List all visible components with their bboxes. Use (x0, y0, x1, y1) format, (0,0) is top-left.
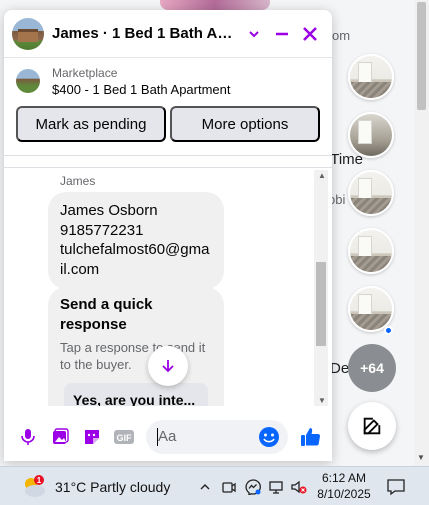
new-message-button[interactable] (348, 402, 396, 450)
chat-window: James · 1 Bed 1 Bath Apart... Marketplac… (4, 10, 332, 461)
message-composer: GIF (4, 412, 332, 461)
message-line-name: James Osborn (60, 202, 158, 219)
message-input[interactable] (158, 428, 258, 445)
message-input-container[interactable] (146, 419, 288, 454)
meet-now-icon[interactable] (220, 478, 238, 496)
quick-response-title: Send a quick response (60, 296, 153, 333)
message-line-phone: 9185772231 (60, 221, 144, 239)
emoji-icon[interactable] (258, 426, 280, 448)
background-photo (160, 0, 270, 10)
chat-title[interactable]: James · 1 Bed 1 Bath Apart... (52, 25, 240, 42)
more-chats-bubble[interactable]: +64 (348, 344, 396, 392)
clock-date: 8/10/2025 (317, 487, 371, 501)
system-clock[interactable]: 6:12 AM 8/10/2025 (316, 470, 372, 502)
chevron-up-icon[interactable] (196, 478, 214, 496)
weather-text[interactable]: 31°C Partly cloudy (55, 479, 170, 495)
taskbar: 1 31°C Partly cloudy 6:12 AM 8/10/2025 (0, 466, 429, 505)
chevron-down-icon[interactable] (240, 20, 268, 48)
arrow-down-icon (162, 360, 174, 373)
page-scrollbar[interactable]: ▼ (414, 0, 429, 466)
contact-avatar[interactable] (12, 17, 44, 50)
sender-name: James (60, 174, 96, 188)
notification-center-icon[interactable] (386, 478, 406, 496)
chat-scrollbar-thumb[interactable] (316, 262, 326, 346)
chat-scrollbar[interactable]: ▲ ▼ (314, 170, 328, 406)
sticker-icon[interactable] (76, 421, 108, 453)
microphone-icon[interactable] (12, 421, 44, 453)
compose-icon (363, 417, 381, 435)
quick-response-subtitle: Tap a response to send it to the buyer. (60, 340, 206, 372)
chat-scroll-up-arrow[interactable]: ▲ (318, 171, 326, 180)
online-indicator (384, 326, 393, 335)
background-text-1: om (332, 28, 351, 43)
listing-title: $400 - 1 Bed 1 Bath Apartment (52, 81, 231, 97)
listing-thumbnail (16, 69, 40, 93)
chat-head-1[interactable] (348, 54, 394, 100)
close-icon[interactable] (296, 20, 324, 48)
mark-as-pending-button[interactable]: Mark as pending (16, 106, 166, 142)
weather-widget-icon[interactable]: 1 (22, 475, 48, 499)
chat-scroll-down-arrow[interactable]: ▼ (318, 396, 326, 405)
weather-badge: 1 (37, 476, 42, 485)
divider (4, 155, 332, 156)
chat-head-3[interactable] (348, 170, 394, 216)
message-list[interactable]: James James Osborn 9185772231 tulchefalm… (4, 170, 314, 406)
minimize-icon[interactable] (268, 20, 296, 48)
quick-response-card: Send a quick response Tap a response to … (48, 287, 224, 406)
more-chats-count: +64 (360, 360, 384, 376)
messenger-tray-icon[interactable] (244, 478, 262, 496)
chat-header[interactable]: James · 1 Bed 1 Bath Apart... (4, 10, 332, 58)
divider (4, 167, 332, 168)
more-options-button[interactable]: More options (170, 106, 320, 142)
page-scrollbar-thumb[interactable] (417, 2, 426, 110)
thumbs-up-icon[interactable] (294, 421, 326, 453)
chat-head-2[interactable] (348, 112, 394, 158)
page-scroll-down-arrow[interactable]: ▼ (417, 453, 425, 462)
svg-text:GIF: GIF (117, 433, 133, 443)
quick-response-option[interactable]: Yes, are you inte... (64, 383, 208, 406)
marketplace-listing[interactable]: Marketplace $400 - 1 Bed 1 Bath Apartmen… (4, 58, 332, 104)
gif-icon[interactable]: GIF (108, 421, 140, 453)
chat-head-4[interactable] (348, 228, 394, 274)
clock-time: 6:12 AM (321, 471, 367, 485)
listing-label: Marketplace (52, 65, 118, 80)
network-icon[interactable] (268, 478, 286, 496)
text-caret (157, 427, 158, 446)
message-bubble[interactable]: James Osborn 9185772231 tulchefalmost60@… (48, 192, 224, 289)
message-line-email: tulchefalmost60@gmail.com (60, 241, 210, 278)
image-icon[interactable] (44, 421, 76, 453)
volume-muted-icon[interactable] (290, 478, 308, 496)
scroll-to-bottom-button[interactable] (148, 346, 188, 386)
